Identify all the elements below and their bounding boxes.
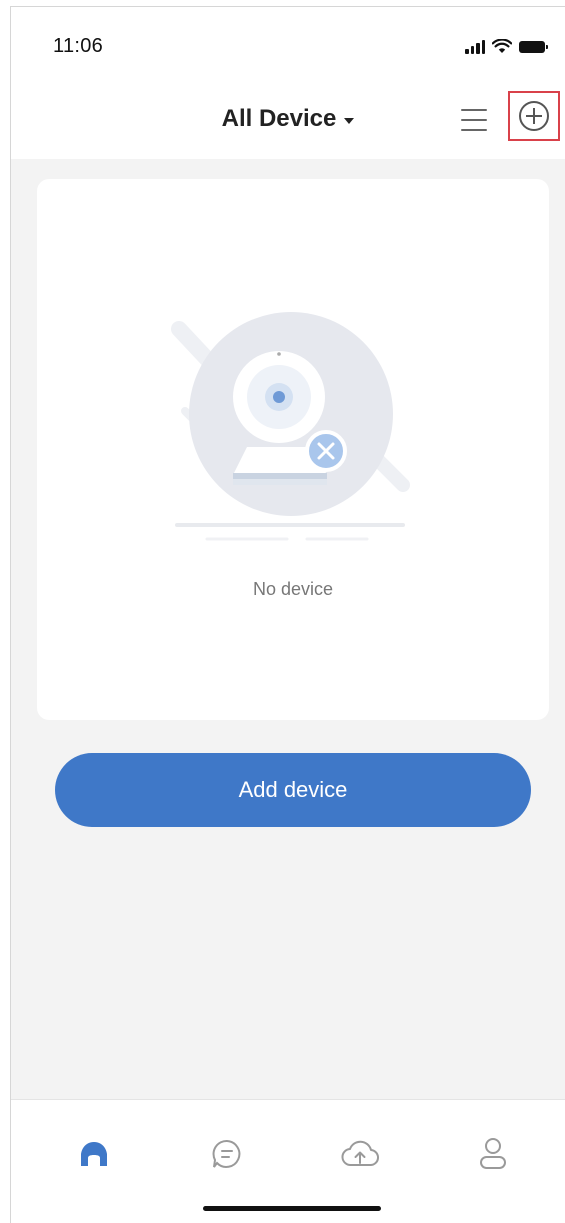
signal-icon: [465, 39, 485, 54]
status-icons: [465, 39, 548, 54]
wifi-icon: [492, 39, 512, 53]
tab-home[interactable]: [74, 1134, 114, 1174]
caret-down-icon: [344, 117, 355, 124]
tab-cloud[interactable]: [340, 1134, 380, 1174]
user-icon: [480, 1138, 506, 1169]
tab-profile[interactable]: [473, 1134, 513, 1174]
empty-state-message: No device: [252, 579, 334, 599]
home-indicator: [203, 1206, 381, 1211]
device-list-card: No device: [37, 179, 549, 720]
battery-icon: [519, 40, 548, 53]
cloud-upload-icon: [341, 1140, 379, 1166]
add-device-button[interactable]: Add device: [55, 753, 531, 827]
phone-screen: 11:06 All Device No device Add device: [10, 6, 565, 1223]
list-icon-line: [461, 129, 487, 131]
camera-icon: [171, 312, 410, 541]
add-device-top-button[interactable]: [508, 91, 560, 141]
plus-circle-icon: [519, 101, 549, 131]
list-icon-line: [461, 109, 487, 111]
message-icon: [212, 1139, 241, 1168]
list-icon-line: [461, 119, 487, 121]
tab-bar: [11, 1099, 565, 1223]
page-title: All Device: [221, 105, 337, 132]
status-bar: 11:06: [11, 7, 565, 85]
status-time: 11:06: [53, 35, 104, 57]
tab-messages[interactable]: [207, 1134, 247, 1174]
home-icon: [81, 1142, 107, 1166]
list-view-button[interactable]: [461, 109, 487, 131]
nav-bar: All Device: [11, 85, 565, 159]
